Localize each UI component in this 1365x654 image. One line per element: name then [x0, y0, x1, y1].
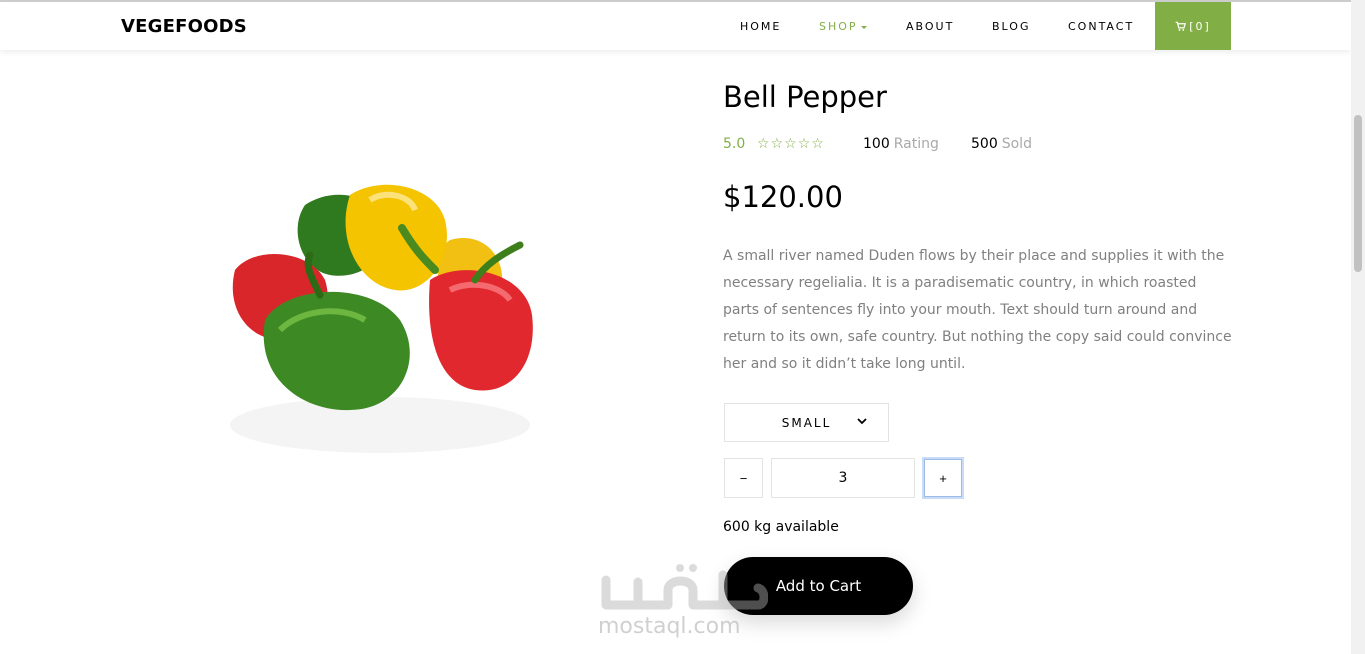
quantity-increase-button[interactable]: + [922, 457, 964, 499]
nav-about[interactable]: ABOUT [906, 20, 954, 33]
scrollbar-thumb[interactable] [1354, 115, 1362, 272]
quantity-decrease-button[interactable]: − [724, 458, 763, 498]
rating-value: 5.0 [723, 136, 746, 152]
quantity-input[interactable] [771, 458, 915, 498]
star-icon[interactable]: ☆ [771, 136, 784, 152]
chevron-down-icon [857, 418, 867, 425]
star-icon[interactable]: ☆ [784, 136, 797, 152]
page-scrollbar[interactable] [1351, 0, 1365, 654]
sold-count: 500 [971, 136, 998, 152]
nav-home[interactable]: HOME [740, 20, 781, 33]
cart-count: [0] [1189, 19, 1211, 33]
star-icon[interactable]: ☆ [798, 136, 811, 152]
star-rating[interactable]: ☆ ☆ ☆ ☆ ☆ [757, 136, 863, 152]
watermark-text: mostaql.com [598, 614, 741, 639]
rating-row: 5.0 ☆ ☆ ☆ ☆ ☆ 100 Rating 500 Sold [723, 135, 1032, 153]
rating-count: 100 [863, 136, 890, 152]
product-title: Bell Pepper [723, 80, 887, 114]
cart-icon [1175, 21, 1187, 31]
star-icon[interactable]: ☆ [811, 136, 824, 152]
nav-shop[interactable]: SHOP [819, 20, 867, 33]
size-select[interactable]: SMALL [724, 403, 889, 442]
caret-down-icon [860, 25, 867, 29]
availability-text: 600 kg available [723, 519, 839, 535]
nav-contact[interactable]: CONTACT [1068, 20, 1134, 33]
product-image [230, 184, 533, 453]
navbar: VEGEFOODS HOME SHOP ABOUT BLOG CONTACT [… [0, 2, 1351, 50]
product-price: $120.00 [723, 180, 843, 214]
size-selected-value: SMALL [781, 415, 832, 430]
brand-logo[interactable]: VEGEFOODS [121, 16, 247, 37]
sold-label: Sold [1001, 136, 1032, 152]
cart-button[interactable]: [0] [1155, 2, 1231, 50]
star-icon[interactable]: ☆ [757, 136, 770, 152]
product-description: A small river named Duden flows by their… [723, 248, 1232, 372]
nav-shop-label: SHOP [819, 20, 858, 33]
add-to-cart-button[interactable]: Add to Cart [724, 557, 913, 615]
rating-label: Rating [893, 136, 939, 152]
nav-blog[interactable]: BLOG [992, 20, 1030, 33]
